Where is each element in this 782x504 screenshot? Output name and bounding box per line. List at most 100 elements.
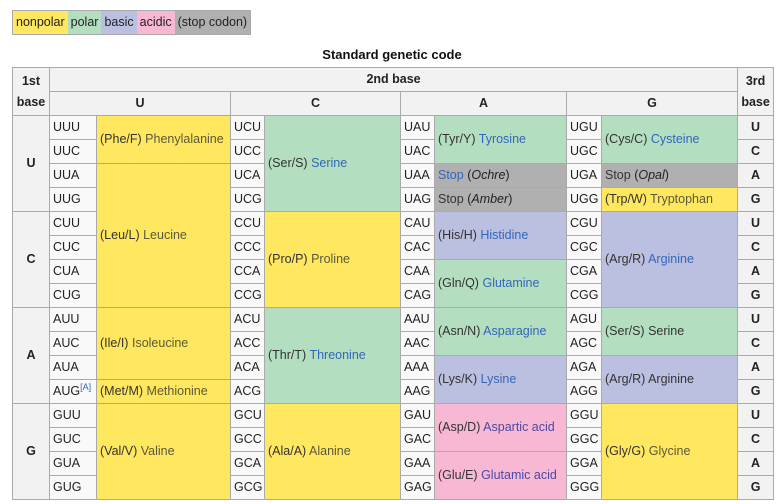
amino-acid-phe: (Phe/F) Phenylalanine	[96, 115, 231, 164]
amino-abbr: (Gln/Q)	[438, 276, 479, 290]
amino-abbr: (Leu/L)	[100, 228, 140, 242]
codon-cell-aug: AUG[A]	[49, 379, 97, 404]
amino-link-lysine[interactable]: Lysine	[481, 372, 517, 386]
amino-link-alanine[interactable]: Alanine	[309, 444, 351, 458]
stop-label: Stop	[438, 192, 464, 206]
codon-cell: CAA	[400, 259, 435, 284]
first-base-G: G	[12, 403, 50, 500]
codon-cell: UCA	[230, 163, 265, 188]
codon-cell: GCU	[230, 403, 265, 428]
codon-cell: UCU	[230, 115, 265, 140]
stop-name: Amber	[471, 192, 509, 206]
codon-cell: GGC	[566, 427, 602, 452]
codon-cell: UAG	[400, 187, 435, 212]
third-base: A	[737, 451, 775, 476]
amino-link-arginine-2[interactable]: Arginine	[648, 372, 694, 386]
codon-cell: CAG	[400, 283, 435, 308]
codon-text: AUG	[53, 384, 81, 398]
codon-cell: UUU	[49, 115, 97, 140]
codon-cell: ACA	[230, 355, 265, 380]
codon-cell: CAU	[400, 211, 435, 236]
codon-cell: GGU	[566, 403, 602, 428]
third-base: U	[737, 115, 775, 140]
codon-cell: GGG	[566, 475, 602, 500]
third-base: G	[737, 475, 775, 500]
codon-cell: UAC	[400, 139, 435, 164]
third-base: A	[737, 355, 775, 380]
amino-abbr: (Met/M)	[100, 384, 144, 398]
legend: nonpolar polar basic acidic (stop codon)	[12, 10, 252, 35]
amino-link-glycine[interactable]: Glycine	[649, 444, 691, 458]
codon-cell: CCC	[230, 235, 265, 260]
codon-cell: GAA	[400, 451, 435, 476]
amino-abbr: (Arg/R)	[605, 372, 646, 386]
third-base: C	[737, 235, 775, 260]
amino-link-glutamic-acid[interactable]: Glutamic acid	[481, 468, 557, 482]
amino-link-isoleucine[interactable]: Isoleucine	[132, 336, 188, 350]
first-base-C: C	[12, 211, 50, 308]
codon-cell: AAC	[400, 331, 435, 356]
amino-link-histidine[interactable]: Histidine	[480, 228, 528, 242]
codon-cell: AAA	[400, 355, 435, 380]
amino-link-phenylalanine[interactable]: Phenylalanine	[145, 132, 224, 146]
codon-cell: AGA	[566, 355, 602, 380]
third-base: C	[737, 331, 775, 356]
amino-link-leucine[interactable]: Leucine	[143, 228, 187, 242]
codon-cell: GAU	[400, 403, 435, 428]
third-base: C	[737, 427, 775, 452]
amino-link-proline[interactable]: Proline	[311, 252, 350, 266]
codon-cell: CCG	[230, 283, 265, 308]
codon-cell: CUG	[49, 283, 97, 308]
footnote-link[interactable]: [A]	[80, 382, 91, 392]
amino-acid-trp: (Trp/W) Tryptophan	[600, 187, 739, 212]
amino-abbr: (Ile/I)	[100, 336, 129, 350]
amino-abbr: (Pro/P)	[268, 252, 308, 266]
codon-cell: CGC	[566, 235, 602, 260]
third-base: A	[737, 163, 775, 188]
amino-link-glutamine[interactable]: Glutamine	[482, 276, 539, 290]
amino-link-serine-2[interactable]: Serine	[648, 324, 684, 338]
amino-link-serine[interactable]: Serine	[311, 156, 347, 170]
stop-name: Opal	[638, 168, 665, 182]
amino-acid-glu: (Glu/E) Glutamic acid	[434, 451, 567, 500]
amino-acid-ala: (Ala/A) Alanine	[264, 403, 401, 500]
codon-cell: AUU	[49, 307, 97, 332]
amino-acid-lys: (Lys/K) Lysine	[434, 355, 567, 404]
codon-cell: CCU	[230, 211, 265, 236]
third-base: U	[737, 211, 775, 236]
codon-cell: AGC	[566, 331, 602, 356]
legend-polar: polar	[67, 11, 102, 34]
amino-link-arginine[interactable]: Arginine	[648, 252, 694, 266]
amino-acid-his: (His/H) Histidine	[434, 211, 567, 260]
amino-acid-val: (Val/V) Valine	[96, 403, 231, 500]
amino-link-tryptophan[interactable]: Tryptophan	[650, 192, 713, 206]
amino-abbr: (Tyr/Y)	[438, 132, 476, 146]
legend-stop-codon: (stop codon)	[174, 11, 251, 34]
amino-abbr: (Lys/K)	[438, 372, 478, 386]
amino-acid-thr: (Thr/T) Threonine	[264, 307, 401, 404]
stop-ochre: Stop (Ochre)	[434, 163, 567, 188]
codon-cell: UGU	[566, 115, 602, 140]
codon-cell: CGG	[566, 283, 602, 308]
codon-cell: AGG	[566, 379, 602, 404]
amino-link-asparagine[interactable]: Asparagine	[483, 324, 546, 338]
amino-abbr: (Trp/W)	[605, 192, 647, 206]
codon-cell: GCA	[230, 451, 265, 476]
codon-cell: AUA	[49, 355, 97, 380]
third-base: U	[737, 307, 775, 332]
amino-link-valine[interactable]: Valine	[141, 444, 175, 458]
stop-link[interactable]: Stop	[438, 168, 464, 182]
codon-cell: ACU	[230, 307, 265, 332]
codon-cell: CGU	[566, 211, 602, 236]
codon-cell: ACC	[230, 331, 265, 356]
codon-cell: AGU	[566, 307, 602, 332]
amino-abbr: (Thr/T)	[268, 348, 307, 362]
amino-acid-arg: (Arg/R) Arginine	[600, 211, 739, 308]
amino-link-cysteine[interactable]: Cysteine	[651, 132, 700, 146]
amino-link-methionine[interactable]: Methionine	[147, 384, 208, 398]
amino-link-tyrosine[interactable]: Tyrosine	[479, 132, 526, 146]
amino-link-aspartic-acid[interactable]: Aspartic acid	[483, 420, 555, 434]
amino-link-threonine[interactable]: Threonine	[309, 348, 365, 362]
amino-abbr: (Cys/C)	[605, 132, 648, 146]
first-base-A: A	[12, 307, 50, 404]
